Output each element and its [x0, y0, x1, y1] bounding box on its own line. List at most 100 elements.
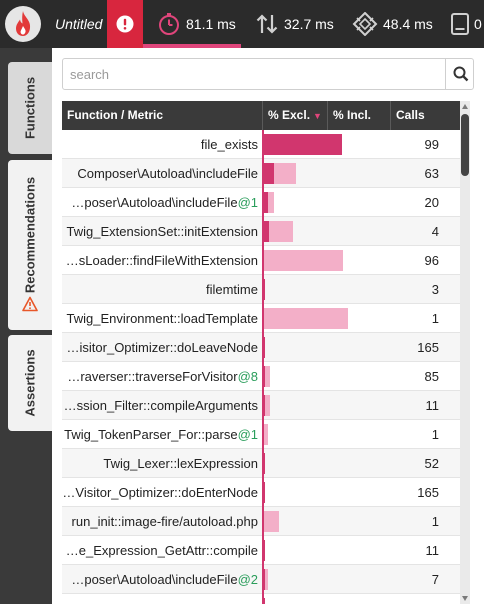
metric-bar-cell — [262, 594, 390, 604]
table-row[interactable]: …ssion_Filter::compileArguments 11 — [62, 391, 462, 420]
function-name: Twig_TokenParser_For::parse@1 — [62, 420, 262, 449]
function-name: Composer\Autoload\includeFile — [62, 159, 262, 188]
calls-count: 1 — [431, 514, 439, 529]
function-name: …Visitor_Optimizer::doEnterNode — [62, 478, 262, 507]
metric-bar-cell — [262, 449, 390, 478]
table-row[interactable]: …poser\Autoload\includeFile@2 7 — [62, 565, 462, 594]
table-row[interactable]: file_exists 99 — [62, 130, 462, 159]
calls-count — [390, 594, 439, 604]
exclamation-icon — [116, 15, 134, 33]
function-name-text: run_init::image-fire/autoload.php — [71, 514, 258, 529]
table-row[interactable]: …isitor_Optimizer::doLeaveNode 165 — [62, 333, 462, 362]
exclusive-bar — [264, 279, 265, 300]
search-box — [62, 58, 474, 90]
inclusive-bar — [264, 250, 343, 271]
scroll-up-arrow[interactable] — [462, 104, 468, 109]
calls-count: 20 — [424, 195, 439, 210]
metric-bar-cell — [262, 188, 390, 217]
function-name: Twig_Environment::loadTemplate — [62, 304, 262, 333]
metric-bar-cell — [262, 536, 390, 565]
function-name-text: …poser\Autoload\includeFile — [71, 195, 238, 210]
cpu-time-value: 48.4 ms — [383, 16, 433, 32]
table-row[interactable]: …sLoader::findFileWithExtension 96 — [62, 246, 462, 275]
cpu-chip-icon — [352, 12, 378, 36]
column-header-excl-label: % Excl. — [268, 108, 311, 122]
table-row[interactable]: run_init::image-fire/autoload.php 1 — [62, 507, 462, 536]
calls-count: 11 — [425, 398, 440, 413]
function-name: …raverser::traverseForVisitor@8 — [62, 362, 262, 391]
table-row[interactable]: Twig_Environment::loadTemplate 1 — [62, 304, 462, 333]
tab-recommendations[interactable]: Recommendations — [8, 160, 52, 330]
metric-bar-cell — [262, 246, 390, 275]
function-name-text: …isitor_Optimizer::doLeaveNode — [66, 340, 258, 355]
column-header-excl[interactable]: % Excl. ▼ — [262, 101, 327, 130]
warning-triangle-icon — [22, 296, 38, 312]
scroll-down-arrow[interactable] — [462, 596, 468, 601]
column-header-calls[interactable]: Calls — [390, 101, 462, 130]
calls-count: 1 — [431, 311, 439, 326]
table-row[interactable]: …raverser::traverseForVisitor@8 85 — [62, 362, 462, 391]
table-row[interactable]: Twig_TokenParser_For::parse@1 1 — [62, 420, 462, 449]
exclusive-bar — [264, 221, 269, 242]
search-input[interactable] — [63, 59, 443, 89]
tab-recommendations-label: Recommendations — [22, 176, 38, 293]
calls-count: 165 — [417, 340, 439, 355]
column-header-function[interactable]: Function / Metric — [62, 101, 262, 130]
exclusive-bar — [264, 482, 265, 503]
function-name: run_init::image-fire/autoload.php — [62, 507, 262, 536]
table-row[interactable]: …e_Expression_GetAttr::compile 11 — [62, 536, 462, 565]
metric-bar-cell — [262, 391, 390, 420]
function-name: filemtime — [62, 275, 262, 304]
flame-logo-icon[interactable] — [5, 6, 41, 42]
side-tab-bar: Functions Recommendations Assertions — [0, 48, 52, 604]
exclusive-bar — [264, 163, 274, 184]
function-name: …sLoader::findFileWithExtension — [62, 246, 262, 275]
wall-time-metric[interactable]: 81.1 ms — [143, 0, 241, 48]
tab-functions-label: Functions — [22, 76, 38, 140]
function-name-text: …sLoader::findFileWithExtension — [65, 253, 258, 268]
cpu-time-metric[interactable]: 48.4 ms — [340, 0, 438, 48]
function-name-text: …Visitor_Optimizer::doEnterNode — [62, 485, 258, 500]
function-name-text: Twig_Lexer::lexExpression — [103, 456, 258, 471]
function-name-text: …poser\Autoload\includeFile — [71, 572, 238, 587]
exclusive-bar — [264, 366, 265, 387]
calls-count: 4 — [431, 224, 439, 239]
function-name: …ssion_Filter::compileArguments — [62, 391, 262, 420]
alert-button[interactable] — [107, 0, 143, 48]
function-name-text: Twig_TokenParser_For::parse — [64, 427, 238, 442]
function-name: …poser\Autoload\includeFile@2 — [62, 565, 262, 594]
calls-count: 52 — [424, 456, 439, 471]
metric-bar-cell — [262, 217, 390, 246]
memory-value: 0 — [474, 16, 482, 32]
table-row[interactable]: …Visitor_Optimizer::doEnterNode 165 — [62, 478, 462, 507]
calls-count: 85 — [424, 369, 439, 384]
tab-functions[interactable]: Functions — [8, 62, 52, 154]
column-header-incl[interactable]: % Incl. — [327, 101, 390, 130]
table-row[interactable] — [62, 594, 462, 604]
metric-bar-cell — [262, 159, 390, 188]
exclusive-bar — [264, 134, 342, 155]
memory-metric[interactable]: 0 — [438, 0, 484, 48]
tab-assertions[interactable]: Assertions — [8, 335, 52, 431]
wall-time-value: 81.1 ms — [186, 16, 236, 32]
table-row[interactable]: Twig_Lexer::lexExpression 52 — [62, 449, 462, 478]
table-row[interactable]: Composer\Autoload\includeFile 63 — [62, 159, 462, 188]
table-scrollbar[interactable] — [460, 101, 470, 604]
exclusive-bar — [264, 192, 268, 213]
table-row[interactable]: Twig_ExtensionSet::initExtension 4 — [62, 217, 462, 246]
top-bar: Untitled 81.1 ms 32.7 ms 48.4 ms 0 — [0, 0, 484, 48]
scrollbar-thumb[interactable] — [461, 114, 469, 176]
function-name: Twig_Lexer::lexExpression — [62, 449, 262, 478]
io-time-metric[interactable]: 32.7 ms — [241, 0, 340, 48]
search-button[interactable] — [445, 59, 474, 89]
table-header: Function / Metric % Excl. ▼ % Incl. Calls — [62, 101, 462, 130]
exclusive-bar — [264, 395, 265, 416]
function-name: file_exists — [62, 130, 262, 159]
metric-bar-cell — [262, 130, 390, 159]
function-name-text: file_exists — [200, 137, 258, 152]
memory-icon — [451, 13, 469, 35]
table-row[interactable]: filemtime 3 — [62, 275, 462, 304]
table-row[interactable]: …poser\Autoload\includeFile@1 20 — [62, 188, 462, 217]
function-name-text: filemtime — [205, 282, 258, 297]
recursion-suffix: @8 — [237, 369, 258, 384]
